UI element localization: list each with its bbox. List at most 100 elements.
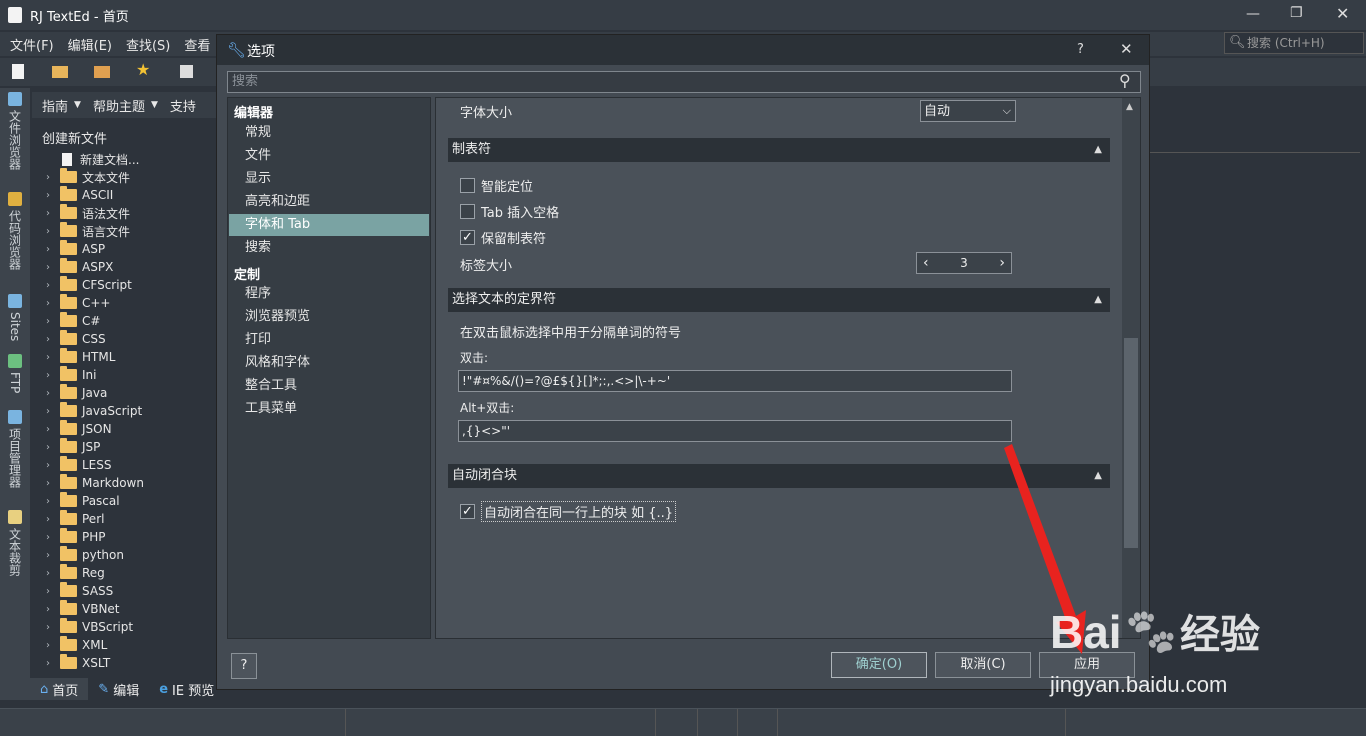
nav-item-display[interactable]: 显示	[229, 168, 429, 190]
tree-item[interactable]: › Perl	[46, 510, 104, 528]
tree-item[interactable]: › 文本文件	[46, 168, 130, 186]
nav-item-file[interactable]: 文件	[229, 145, 429, 167]
chevron-right-icon[interactable]: ›	[46, 604, 56, 615]
chevron-right-icon[interactable]: ›	[46, 244, 56, 255]
chevron-right-icon[interactable]: ›	[46, 658, 56, 669]
chevron-right-icon[interactable]: ›	[46, 190, 56, 201]
tree-item[interactable]: › Reg	[46, 564, 105, 582]
side-tab-ftp[interactable]: FTP	[4, 354, 26, 393]
tree-item[interactable]: › JSP	[46, 438, 100, 456]
scroll-up-icon[interactable]: ▲	[1126, 102, 1133, 112]
tree-item[interactable]: › CSS	[46, 330, 106, 348]
tree-item[interactable]: › python	[46, 546, 124, 564]
dialog-help-button[interactable]: ?	[1077, 42, 1084, 57]
tree-item[interactable]: › SASS	[46, 582, 113, 600]
menu-file[interactable]: 文件(F)	[10, 35, 54, 54]
tree-item[interactable]: › JSON	[46, 420, 112, 438]
double-click-input[interactable]: !"#¤%&/()=?@£${}[]*;:,.<>|\-+~'	[458, 370, 1012, 392]
nav-item-styles-fonts[interactable]: 风格和字体	[229, 352, 429, 374]
tab-home[interactable]: ⌂ 首页	[30, 678, 89, 700]
tree-item[interactable]: › C#	[46, 312, 100, 330]
section-delimiters[interactable]: 选择文本的定界符 ▲	[448, 288, 1110, 312]
menu-edit[interactable]: 编辑(E)	[68, 35, 112, 54]
tab-edit[interactable]: ✎ 编辑	[88, 678, 149, 700]
side-tab-sites[interactable]: Sites	[4, 294, 26, 341]
chevron-right-icon[interactable]: ›	[46, 586, 56, 597]
scroll-thumb[interactable]	[1124, 338, 1138, 548]
checkbox-auto-close-blocks[interactable]: ✓ 自动闭合在同一行上的块 如 {..}	[460, 501, 677, 522]
restore-icon[interactable]: ❐	[1290, 5, 1303, 21]
checkbox-tab-insert-spaces[interactable]: Tab 插入空格	[460, 202, 559, 221]
favorites-folder-icon[interactable]	[94, 66, 110, 78]
chevron-right-icon[interactable]: ›	[46, 460, 56, 471]
chevron-right-icon[interactable]: ›	[46, 514, 56, 525]
tab-size-stepper[interactable]: ‹ 3 ›	[916, 252, 1012, 274]
ok-button[interactable]: 确定(O)	[831, 652, 927, 678]
star-icon[interactable]: ★	[136, 60, 150, 79]
tree-item[interactable]: › Ini	[46, 366, 96, 384]
tree-item[interactable]: › HTML	[46, 348, 115, 366]
alt-double-click-input[interactable]: ,{}<>"'	[458, 420, 1012, 442]
tree-item[interactable]: › ASP	[46, 240, 105, 258]
new-file-icon[interactable]	[12, 64, 24, 79]
chevron-right-icon[interactable]: ›	[46, 262, 56, 273]
tree-item[interactable]: › C++	[46, 294, 111, 312]
font-size-select[interactable]: 自动 ⌵	[920, 100, 1016, 122]
side-tab-text-clips[interactable]: 文本裁剪	[4, 510, 26, 576]
side-tab-project-manager[interactable]: 项目管理器	[4, 410, 26, 488]
chevron-right-icon[interactable]: ›	[46, 406, 56, 417]
side-tab-code-browser[interactable]: 代码浏览器	[4, 192, 26, 270]
save-icon[interactable]	[180, 65, 193, 78]
tree-item[interactable]: › LESS	[46, 456, 112, 474]
nav-item-general[interactable]: 常规	[229, 122, 429, 144]
nav-item-programs[interactable]: 程序	[229, 283, 429, 305]
tree-item[interactable]: › VBScript	[46, 618, 133, 636]
increment-icon[interactable]: ›	[999, 253, 1005, 273]
nav-item-highlight[interactable]: 高亮和边距	[229, 191, 429, 213]
guide-button[interactable]: 指南	[42, 96, 68, 115]
nav-item-search[interactable]: 搜索	[229, 237, 429, 259]
chevron-right-icon[interactable]: ›	[46, 280, 56, 291]
minimize-icon[interactable]: —	[1246, 6, 1260, 22]
support-button[interactable]: 支持	[170, 96, 196, 115]
chevron-right-icon[interactable]: ›	[46, 208, 56, 219]
nav-item-font-tab[interactable]: 字体和 Tab	[229, 214, 429, 236]
tree-item[interactable]: › 语言文件	[46, 222, 130, 240]
footer-help-button[interactable]: ?	[231, 653, 257, 679]
close-icon[interactable]: ✕	[1336, 4, 1349, 23]
nav-item-print[interactable]: 打印	[229, 329, 429, 351]
chevron-right-icon[interactable]: ›	[46, 226, 56, 237]
menu-view[interactable]: 查看	[184, 35, 210, 54]
help-topics-button[interactable]: 帮助主题	[93, 96, 145, 115]
chevron-right-icon[interactable]: ›	[46, 496, 56, 507]
chevron-right-icon[interactable]: ›	[46, 532, 56, 543]
chevron-right-icon[interactable]: ›	[46, 334, 56, 345]
chevron-right-icon[interactable]: ›	[46, 172, 56, 183]
tree-item[interactable]: › ASCII	[46, 186, 113, 204]
tree-item[interactable]: › JavaScript	[46, 402, 142, 420]
tree-item[interactable]: › CFScript	[46, 276, 132, 294]
nav-item-browser-preview[interactable]: 浏览器预览	[229, 306, 429, 328]
chevron-right-icon[interactable]: ›	[46, 442, 56, 453]
chevron-right-icon[interactable]: ›	[46, 622, 56, 633]
tree-item[interactable]: › XSLT	[46, 654, 110, 672]
chevron-right-icon[interactable]: ›	[46, 352, 56, 363]
chevron-right-icon[interactable]: ›	[46, 388, 56, 399]
chevron-right-icon[interactable]: ›	[46, 640, 56, 651]
tree-new-doc[interactable]: 新建文档...	[62, 150, 139, 168]
chevron-right-icon[interactable]: ›	[46, 478, 56, 489]
nav-item-integration-tools[interactable]: 整合工具	[229, 375, 429, 397]
decrement-icon[interactable]: ‹	[923, 253, 929, 273]
tree-item[interactable]: › Pascal	[46, 492, 120, 510]
open-folder-icon[interactable]	[52, 66, 68, 78]
tab-ie-preview[interactable]: e IE 预览	[149, 678, 224, 700]
tree-item[interactable]: › XML	[46, 636, 107, 654]
tree-item[interactable]: › VBNet	[46, 600, 120, 618]
options-search-input[interactable]: 搜索	[227, 71, 1141, 93]
section-tabs[interactable]: 制表符 ▲	[448, 138, 1110, 162]
menu-search[interactable]: 查找(S)	[126, 35, 170, 54]
tree-item[interactable]: › PHP	[46, 528, 106, 546]
tree-item[interactable]: › 语法文件	[46, 204, 130, 222]
tree-item[interactable]: › ASPX	[46, 258, 113, 276]
chevron-right-icon[interactable]: ›	[46, 298, 56, 309]
